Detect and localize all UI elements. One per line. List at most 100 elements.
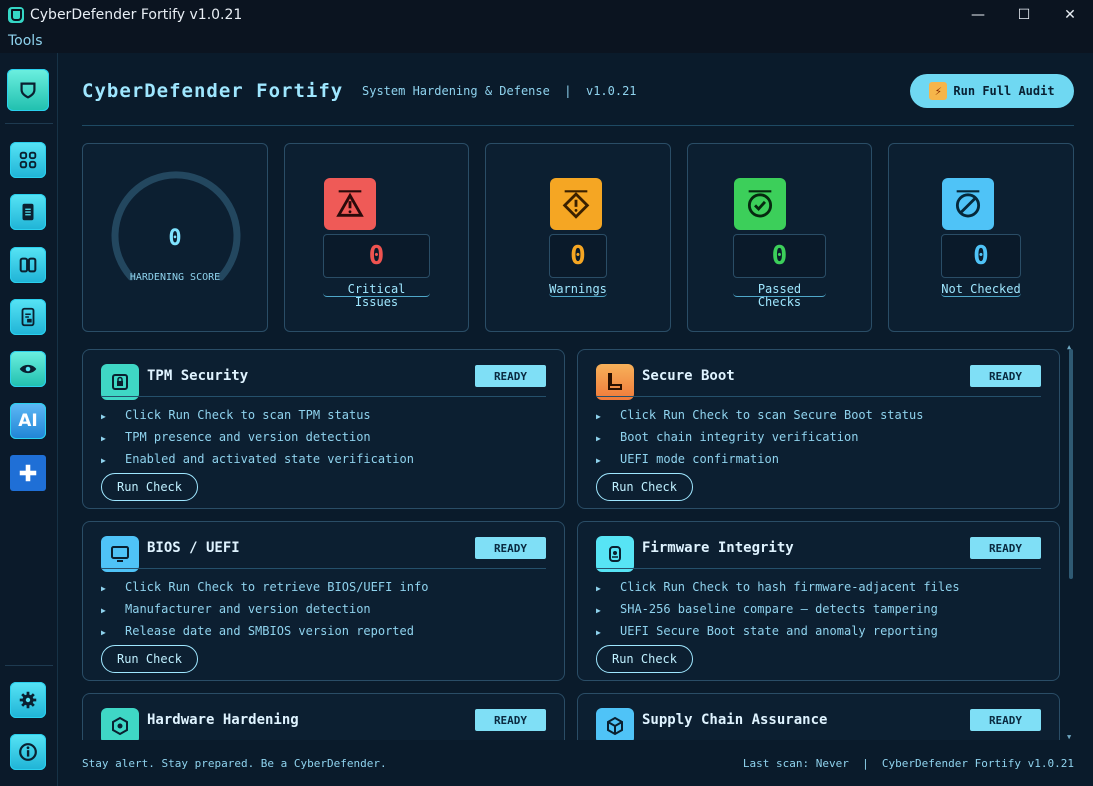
status-badge: READY: [475, 365, 546, 387]
hardening-score-label: HARDENING SCORE: [129, 272, 221, 283]
critical-icon: [324, 178, 376, 230]
document-icon: [22, 203, 34, 221]
critical-issues-value: 0: [323, 234, 430, 278]
list-item: ▶ SHA-256 baseline compare — detects tamp…: [596, 602, 938, 616]
check-card-hardware: Hardware Hardening READY: [82, 693, 565, 740]
not-checked-label: Not Checked: [941, 282, 1021, 297]
hardening-score-value: 0: [168, 226, 182, 251]
plus-icon: [19, 464, 37, 482]
hexagon-chip-icon: [101, 708, 139, 740]
list-item: ▶ Click Run Check to hash firmware-adjace…: [596, 580, 960, 594]
main-content: CyberDefender Fortify System Hardening &…: [58, 53, 1093, 786]
card-title: Hardware Hardening: [147, 712, 299, 728]
maximize-button[interactable]: ☐: [1001, 0, 1047, 30]
gear-icon: [19, 691, 37, 709]
card-title: Secure Boot: [642, 368, 735, 384]
check-card-bios: BIOS / UEFI READY ▶ Click Run Check to re…: [82, 521, 565, 681]
list-item: ▶ Click Run Check to scan TPM status: [101, 408, 371, 422]
status-badge: READY: [970, 537, 1041, 559]
minimize-button[interactable]: —: [955, 0, 1001, 30]
sidebar: AI: [0, 53, 58, 786]
menu-tools[interactable]: Tools: [8, 33, 43, 49]
status-badge: READY: [970, 365, 1041, 387]
sidebar-item-about[interactable]: [10, 734, 46, 770]
list-item: ▶ Click Run Check to scan Secure Boot sta…: [596, 408, 924, 422]
passed-checks-card: 0 Passed Checks: [687, 143, 872, 332]
list-item: ▶ Manufacturer and version detection: [101, 602, 371, 616]
sidebar-item-columns[interactable]: [10, 247, 46, 283]
list-item: ▶ Click Run Check to retrieve BIOS/UEFI i…: [101, 580, 429, 594]
passed-checks-value: 0: [733, 234, 826, 278]
sidebar-item-dashboard[interactable]: [10, 142, 46, 178]
hardening-score-card: 0 HARDENING SCORE: [82, 143, 268, 332]
menu-bar: Tools: [0, 30, 1093, 53]
warnings-label: Warnings: [549, 282, 607, 297]
scroll-down-arrow[interactable]: ▼: [1067, 733, 1071, 741]
status-badge: READY: [970, 709, 1041, 731]
passed-icon: [734, 178, 786, 230]
card-feature-list: ▶ Click Run Check to scan TPM status ▶ TPM…: [101, 404, 414, 470]
dashboard-grid-icon: [19, 151, 37, 169]
not-checked-icon: [942, 178, 994, 230]
check-card-tpm: TPM Security READY ▶ Click Run Check to s…: [82, 349, 565, 509]
card-feature-list: ▶ Click Run Check to hash firmware-adjace…: [596, 576, 960, 642]
list-item: ▶ Release date and SMBIOS version reporte…: [101, 624, 414, 638]
critical-issues-label: Critical Issues: [323, 283, 430, 309]
boot-icon: [596, 364, 634, 400]
page-title: CyberDefender Fortify: [82, 80, 344, 102]
run-check-button[interactable]: Run Check: [101, 645, 198, 673]
check-card-secure-boot: Secure Boot READY ▶ Click Run Check to sc…: [577, 349, 1060, 509]
window-title: CyberDefender Fortify v1.0.21: [30, 7, 243, 23]
eye-icon: [19, 364, 37, 374]
firmware-icon: [596, 536, 634, 572]
list-item: ▶ UEFI Secure Boot state and anomaly repo…: [596, 624, 938, 638]
footer-status: Last scan: Never | CyberDefender Fortify…: [742, 757, 1074, 770]
not-checked-value: 0: [941, 234, 1021, 278]
footer-tagline: Stay alert. Stay prepared. Be a CyberDef…: [82, 757, 387, 770]
close-button[interactable]: ✕: [1047, 0, 1093, 30]
card-title: BIOS / UEFI: [147, 540, 240, 556]
package-icon: [596, 708, 634, 740]
check-card-firmware: Firmware Integrity READY ▶ Click Run Chec…: [577, 521, 1060, 681]
title-bar: CyberDefender Fortify v1.0.21 — ☐ ✕: [0, 0, 1093, 30]
list-item: ▶ Boot chain integrity verification: [596, 430, 859, 444]
status-badge: READY: [475, 709, 546, 731]
card-title: Firmware Integrity: [642, 540, 794, 556]
sidebar-item-documents[interactable]: [10, 194, 46, 230]
status-badge: READY: [475, 537, 546, 559]
checklist-icon: [21, 307, 35, 327]
warning-icon: [550, 178, 602, 230]
page-subtitle: System Hardening & Defense | v1.0.21: [362, 84, 637, 98]
warnings-card: 0 Warnings: [485, 143, 671, 332]
info-icon: [19, 743, 37, 761]
card-title: TPM Security: [147, 368, 249, 384]
list-item: ▶ TPM presence and version detection: [101, 430, 371, 444]
list-item: ▶ Enabled and activated state verificatio…: [101, 452, 414, 466]
columns-icon: [19, 257, 37, 273]
ai-icon: AI: [18, 411, 38, 431]
critical-issues-card: 0 Critical Issues: [284, 143, 469, 332]
list-item: ▶ UEFI mode confirmation: [596, 452, 779, 466]
chip-lock-icon: [101, 364, 139, 400]
shield-icon: [20, 82, 36, 99]
sidebar-logo[interactable]: [7, 69, 49, 111]
run-full-audit-label: Run Full Audit: [953, 84, 1055, 98]
card-feature-list: ▶ Click Run Check to scan Secure Boot sta…: [596, 404, 923, 470]
lightning-icon: ⚡: [929, 82, 948, 100]
scrollbar-thumb[interactable]: [1069, 349, 1073, 579]
sidebar-item-monitor[interactable]: [10, 351, 46, 387]
sidebar-item-add[interactable]: [10, 455, 46, 491]
warnings-value: 0: [549, 234, 607, 278]
sidebar-item-checklist[interactable]: [10, 299, 46, 335]
run-check-button[interactable]: Run Check: [101, 473, 198, 501]
run-check-button[interactable]: Run Check: [596, 645, 693, 673]
run-full-audit-button[interactable]: ⚡ Run Full Audit: [910, 74, 1074, 108]
sidebar-item-ai[interactable]: AI: [10, 403, 46, 439]
card-feature-list: ▶ Click Run Check to retrieve BIOS/UEFI i…: [101, 576, 428, 642]
header-divider: [82, 125, 1074, 126]
run-check-button[interactable]: Run Check: [596, 473, 693, 501]
not-checked-card: 0 Not Checked: [888, 143, 1074, 332]
sidebar-item-settings[interactable]: [10, 682, 46, 718]
passed-checks-label: Passed Checks: [733, 283, 826, 309]
app-shield-icon: [8, 7, 24, 23]
